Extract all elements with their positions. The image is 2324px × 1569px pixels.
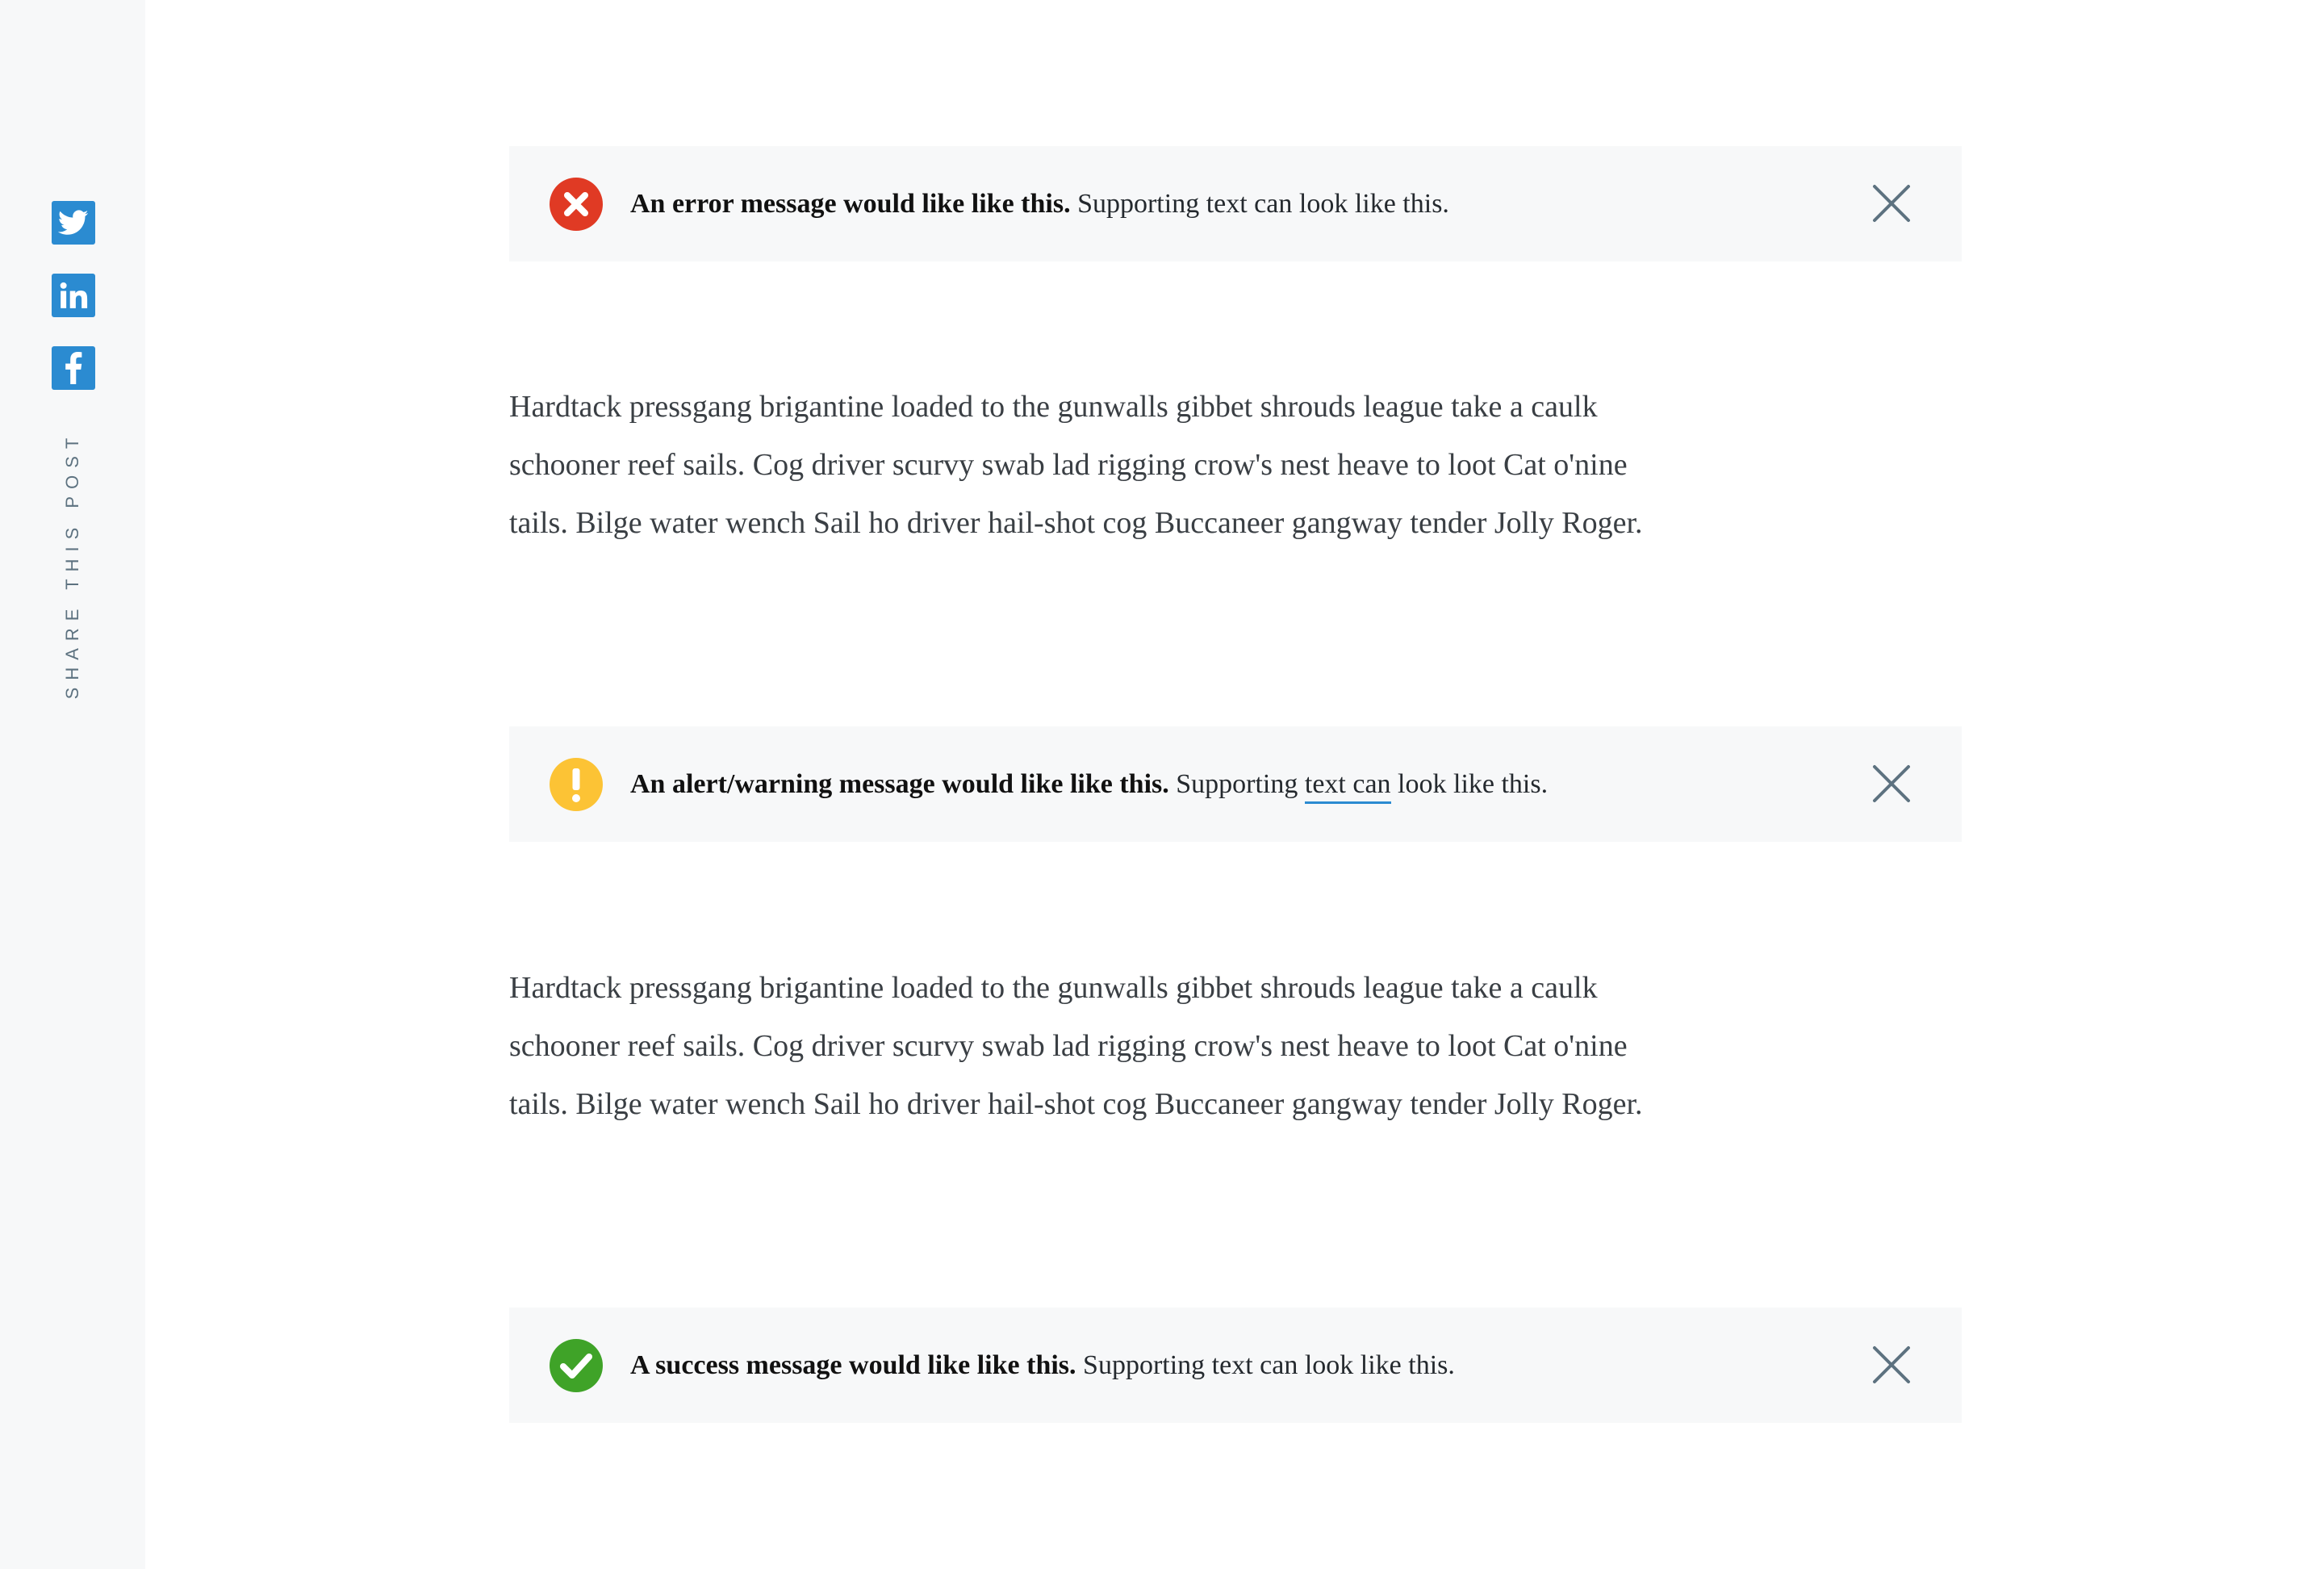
warning-notice-title: An alert/warning message would like like… bbox=[630, 769, 1169, 799]
success-notice-support: Supporting text can look like this. bbox=[1076, 1350, 1455, 1380]
success-notice-title: A success message would like like this. bbox=[630, 1350, 1076, 1380]
success-close-button[interactable] bbox=[1871, 1345, 1912, 1385]
body-paragraph: Hardtack pressgang brigantine loaded to … bbox=[509, 971, 1643, 1121]
warning-exclamation-icon bbox=[550, 758, 603, 811]
linkedin-share-button[interactable] bbox=[52, 274, 95, 317]
supporting-text-link[interactable]: text can bbox=[1304, 769, 1391, 804]
warning-notice-support: Supporting bbox=[1168, 769, 1305, 799]
close-icon bbox=[1873, 185, 1910, 222]
share-this-post-label: SHARE THIS POST bbox=[62, 430, 82, 700]
facebook-share-button[interactable] bbox=[52, 346, 95, 390]
success-check-icon bbox=[550, 1339, 603, 1392]
facebook-icon bbox=[65, 352, 82, 384]
warning-notice-text: An alert/warning message would like like… bbox=[630, 726, 1548, 842]
twitter-icon bbox=[58, 210, 89, 235]
success-notice: A success message would like like this. … bbox=[509, 1308, 1962, 1423]
error-x-icon bbox=[550, 178, 603, 231]
error-notice: An error message would like like this. S… bbox=[509, 146, 1962, 262]
close-icon bbox=[1873, 1346, 1910, 1383]
error-notice-title: An error message would like like this. bbox=[630, 189, 1071, 219]
warning-notice-support-end: look like this. bbox=[1390, 769, 1549, 799]
error-close-button[interactable] bbox=[1871, 183, 1912, 224]
linkedin-icon bbox=[60, 282, 88, 308]
body-paragraph: Hardtack pressgang brigantine loaded to … bbox=[509, 390, 1643, 540]
warning-close-button[interactable] bbox=[1871, 764, 1912, 804]
share-sidebar: SHARE THIS POST bbox=[0, 0, 145, 1569]
warning-notice: An alert/warning message would like like… bbox=[509, 726, 1962, 842]
twitter-share-button[interactable] bbox=[52, 201, 95, 245]
error-notice-support: Supporting text can look like this. bbox=[1070, 189, 1449, 219]
close-icon bbox=[1873, 765, 1910, 802]
error-notice-text: An error message would like like this. S… bbox=[630, 146, 1449, 262]
success-notice-text: A success message would like like this. … bbox=[630, 1308, 1455, 1423]
